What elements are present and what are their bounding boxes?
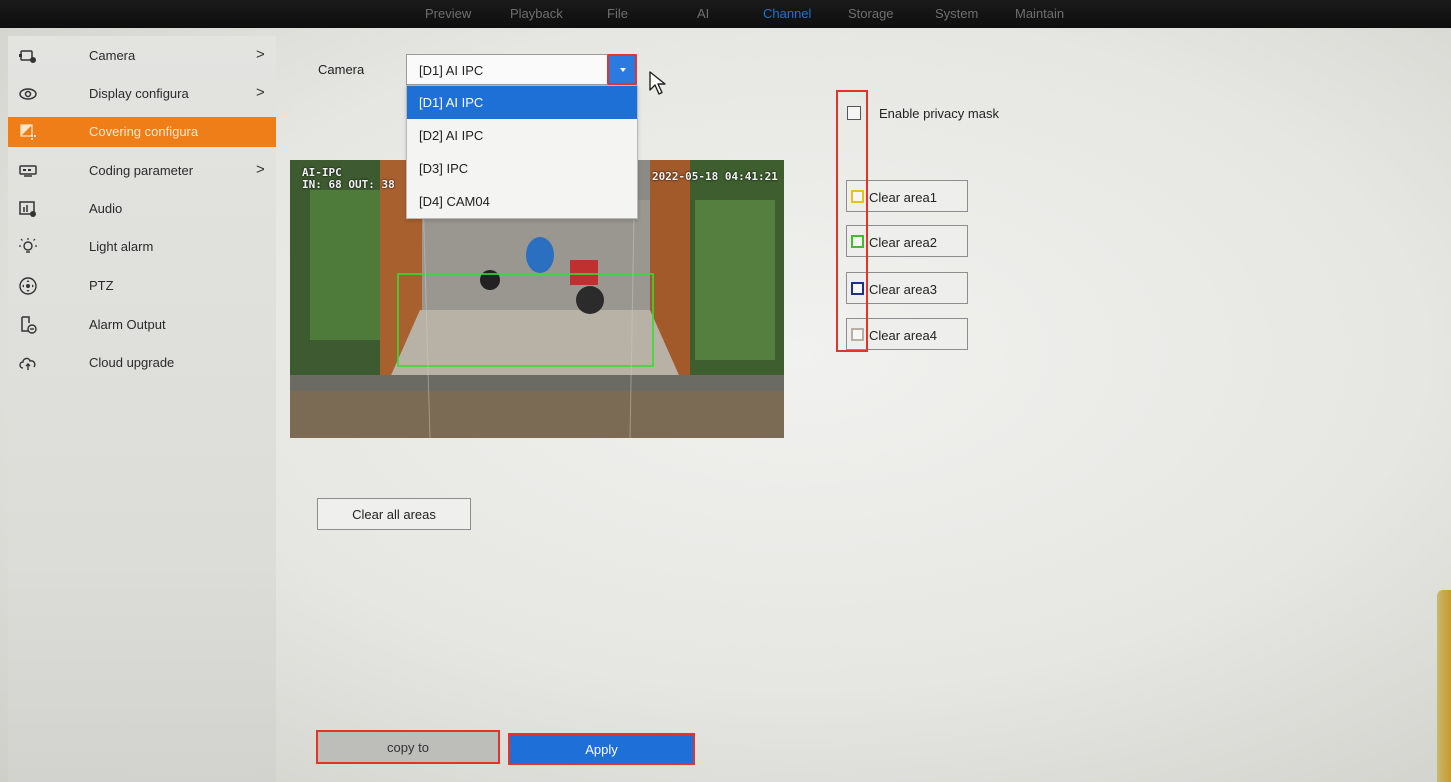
sidebar-item-label: Covering configura — [89, 124, 199, 139]
tab-system[interactable]: System — [935, 6, 978, 21]
sidebar-item-label: Coding parameter — [89, 163, 194, 178]
enable-privacy-mask-checkbox[interactable] — [847, 106, 861, 120]
area2-color-swatch — [851, 235, 864, 248]
clear-area4-label: Clear area4 — [869, 328, 937, 343]
chevron-right-icon: > — [256, 46, 265, 63]
camera-option-d4[interactable]: [D4] CAM04 — [407, 185, 637, 218]
sidebar-item-audio[interactable]: Audio — [8, 194, 276, 224]
tab-preview[interactable]: Preview — [425, 6, 471, 21]
osd-counter: IN: 68 OUT: 38 — [302, 178, 395, 191]
clear-area3-button[interactable]: Clear area3 — [846, 272, 968, 304]
sidebar-item-label: Camera — [89, 48, 136, 63]
sidebar-item-light-alarm[interactable]: Light alarm — [8, 232, 276, 262]
area1-color-swatch — [851, 190, 864, 203]
sidebar-item-display-configura[interactable]: Display configura > — [8, 79, 276, 109]
clear-area1-label: Clear area1 — [869, 190, 937, 205]
camera-label: Camera — [318, 62, 365, 77]
osd-timestamp: 2022-05-18 04:41:21 — [652, 170, 778, 183]
sidebar-item-label: Display configura — [89, 86, 189, 101]
sidebar-item-label: Cloud upgrade — [89, 355, 175, 370]
sidebar-item-cloud-upgrade[interactable]: Cloud upgrade — [8, 348, 276, 378]
alarm-output-icon — [18, 315, 38, 335]
sidebar-item-label: Light alarm — [89, 239, 154, 254]
camera-dropdown-button[interactable] — [607, 54, 637, 85]
camera-option-d2[interactable]: [D2] AI IPC — [407, 119, 637, 152]
clear-area2-button[interactable]: Clear area2 — [846, 225, 968, 257]
covering-icon — [18, 122, 38, 142]
clear-all-areas-button[interactable]: Clear all areas — [317, 498, 471, 530]
camera-icon — [18, 46, 38, 66]
tab-playback[interactable]: Playback — [510, 6, 563, 21]
audio-icon — [18, 199, 38, 219]
camera-select-value: [D1] AI IPC — [419, 63, 484, 78]
camera-option-d3[interactable]: [D3] IPC — [407, 152, 637, 185]
sidebar-item-covering-configura[interactable]: Covering configura — [8, 117, 276, 147]
tab-file[interactable]: File — [607, 6, 628, 21]
ptz-icon — [18, 276, 38, 296]
camera-select[interactable]: [D1] AI IPC — [406, 54, 637, 85]
chevron-down-icon — [620, 68, 626, 72]
cloud-upgrade-icon — [18, 353, 38, 373]
light-bulb-icon — [18, 237, 38, 257]
chevron-right-icon: > — [256, 161, 265, 178]
area4-color-swatch — [851, 328, 864, 341]
eye-icon — [18, 84, 38, 104]
sidebar-item-alarm-output[interactable]: Alarm Output — [8, 310, 276, 340]
checkbox-column-highlight — [836, 90, 868, 352]
camera-dropdown-list: [D1] AI IPC [D2] AI IPC [D3] IPC [D4] CA… — [406, 85, 638, 219]
area3-color-swatch — [851, 282, 864, 295]
top-navigation-bar: Preview Playback File AI Channel Storage… — [0, 0, 1451, 28]
clear-area1-button[interactable]: Clear area1 — [846, 180, 968, 212]
tab-ai[interactable]: AI — [697, 6, 709, 21]
tab-storage[interactable]: Storage — [848, 6, 894, 21]
nvr-settings-screen: Preview Playback File AI Channel Storage… — [0, 0, 1451, 782]
sidebar-item-camera[interactable]: Camera > — [8, 41, 276, 71]
camera-option-d1[interactable]: [D1] AI IPC — [407, 86, 637, 119]
clear-area2-label: Clear area2 — [869, 235, 937, 250]
clear-area3-label: Clear area3 — [869, 282, 937, 297]
apply-button[interactable]: Apply — [508, 733, 695, 765]
tab-channel[interactable]: Channel — [763, 6, 811, 21]
coding-icon — [18, 161, 38, 181]
sidebar-item-label: PTZ — [89, 278, 114, 293]
clear-area4-button[interactable]: Clear area4 — [846, 318, 968, 350]
mouse-cursor-icon — [649, 71, 666, 95]
monitor-bezel-edge — [1437, 590, 1451, 782]
enable-privacy-mask-label: Enable privacy mask — [879, 106, 999, 121]
sidebar-item-coding-parameter[interactable]: Coding parameter > — [8, 156, 276, 186]
sidebar-item-label: Alarm Output — [89, 317, 166, 332]
tab-maintain[interactable]: Maintain — [1015, 6, 1064, 21]
chevron-right-icon: > — [256, 84, 265, 101]
copy-to-button[interactable]: copy to — [316, 730, 500, 764]
sidebar-item-label: Audio — [89, 201, 123, 216]
sidebar-item-ptz[interactable]: PTZ — [8, 271, 276, 301]
channel-sidebar: Camera > Display configura > Covering co… — [8, 36, 276, 782]
